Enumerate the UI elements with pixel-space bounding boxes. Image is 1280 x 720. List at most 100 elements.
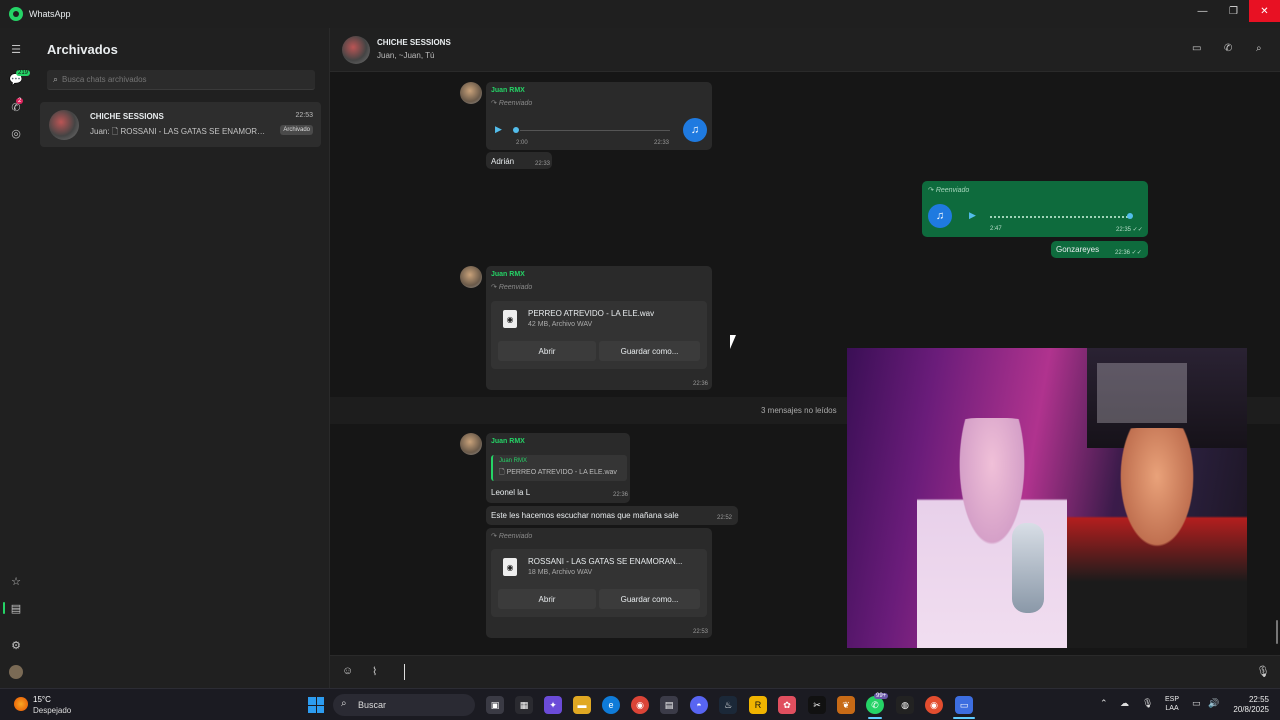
message-time: 22:53 [693,629,709,635]
network-icon[interactable]: ▭ [1192,698,1201,709]
text-message-bubble[interactable]: Este les hacemos escuchar nomas que maña… [486,506,738,525]
audio-progress-track[interactable] [520,130,670,131]
sender-avatar[interactable] [460,82,482,104]
save-as-button[interactable]: Guardar como... [599,341,700,361]
steam-icon[interactable]: ♨ [719,696,737,714]
message-time: 22:36 [693,381,709,387]
video-call-icon[interactable]: ▭ [1192,43,1201,54]
group-name[interactable]: CHICHE SESSIONS [377,38,451,47]
reply-message-bubble[interactable]: Juan RMX Juan RMX 🗋 PERREO ATREVIDO - LA… [486,433,630,503]
quoted-message[interactable]: Juan RMX 🗋 PERREO ATREVIDO - LA ELE.wav [491,455,627,481]
file-explorer-icon[interactable]: ▬ [573,696,591,714]
clock-date: 20/8/2025 [1233,705,1269,714]
chrome-profile-icon[interactable]: ◉ [925,696,943,714]
chrome-icon[interactable]: ◉ [631,696,649,714]
sender-avatar[interactable] [460,433,482,455]
video-microphone [1012,523,1044,613]
sidebar-title: Archivados [47,42,118,57]
search-messages-icon[interactable]: ⌕ [1256,43,1262,54]
outgoing-audio-bubble[interactable]: ↷ Reenviado ♫ ▶ 2:47 22:35 ✓✓ [922,181,1148,237]
open-file-button[interactable]: Abrir [498,341,596,361]
play-icon[interactable]: ▶ [969,210,976,221]
obs-icon[interactable]: ◍ [896,696,914,714]
message-scrollbar[interactable] [1276,620,1278,644]
task-view-icon[interactable]: ▣ [486,696,504,714]
photos-icon[interactable]: ✿ [778,696,796,714]
copilot-icon[interactable]: ✦ [544,696,562,714]
capcut-icon[interactable]: ✂ [808,696,826,714]
emoji-icon[interactable]: ☺ [342,665,353,677]
starred-icon[interactable]: ☆ [9,574,23,588]
menu-icon[interactable]: ☰ [9,42,23,56]
settings-gear-icon[interactable]: ⚙ [9,638,23,652]
title-bar: WhatsApp — ❐ ✕ [0,0,1280,28]
sender-name[interactable]: Juan RMX [491,87,525,94]
voice-call-icon[interactable]: ✆ [1224,43,1232,54]
file-message-bubble[interactable]: ↷ Reenviado ◉ ROSSANI - LAS GATAS SE ENA… [486,528,712,638]
weather-temperature[interactable]: 15°C [33,695,51,704]
forwarded-label: ↷ Reenviado [491,533,533,540]
maximize-button[interactable]: ❐ [1218,0,1249,22]
archived-sidebar: Archivados ⌕ CHICHE SESSIONS 22:53 Juan:… [33,28,330,688]
open-file-button[interactable]: Abrir [498,589,596,609]
group-avatar[interactable] [342,36,370,64]
forwarded-label: ↷ Reenviado [928,187,970,194]
file-name: ROSSANI - LAS GATAS SE ENAMORAN... [528,557,683,566]
video-person-right [1067,428,1247,648]
file-attachment[interactable]: ◉ ROSSANI - LAS GATAS SE ENAMORAN... 18 … [491,549,707,617]
window-title: WhatsApp [29,9,71,19]
search-icon: ⌕ [341,698,347,709]
edge-icon[interactable]: e [602,696,620,714]
clock-time: 22:55 [1248,695,1269,704]
discord-icon[interactable]: ◓ [690,696,708,714]
play-icon[interactable]: ▶ [495,124,502,135]
chat-list-item[interactable]: CHICHE SESSIONS 22:53 Juan: 🗋 ROSSANI - … [40,102,321,147]
message-text: Gonzareyes [1056,245,1100,254]
sender-name[interactable]: Juan RMX [491,271,525,278]
sender-avatar[interactable] [460,266,482,288]
save-as-button[interactable]: Guardar como... [599,589,700,609]
input-language[interactable]: ESP LAA [1165,695,1179,713]
weather-icon[interactable] [14,697,28,711]
chat-header[interactable]: CHICHE SESSIONS Juan, ~Juan, Tú ▭ ✆ ⌕ [330,28,1280,72]
taskbar-search[interactable]: ⌕ Buscar [333,694,475,716]
start-button[interactable] [308,697,324,713]
audio-message-bubble[interactable]: Juan RMX ↷ Reenviado ▶ 2:00 22:33 ♫ [486,82,712,150]
message-input[interactable] [404,664,1244,680]
file-message-bubble[interactable]: Juan RMX ↷ Reenviado ◉ PERREO ATREVIDO -… [486,266,712,390]
caption-bubble[interactable]: Adrián 22:33 [486,152,552,169]
fl-studio-icon[interactable]: ❦ [837,696,855,714]
minimize-button[interactable]: — [1187,0,1218,22]
terminal-icon[interactable]: ▦ [515,696,533,714]
archived-search-box[interactable]: ⌕ [47,70,315,90]
tray-overflow-icon[interactable]: ⌃ [1100,698,1108,709]
close-button[interactable]: ✕ [1249,0,1280,22]
file-meta: 18 MB, Archivo WAV [528,569,593,576]
message-composer: ☺ ⌇ 🎙 [330,655,1280,688]
profile-avatar[interactable] [9,665,23,679]
audio-progress-handle[interactable] [1127,213,1133,219]
status-icon[interactable]: ◎ [9,126,23,140]
rockstar-icon[interactable]: R [749,696,767,714]
audio-progress-handle[interactable] [513,127,519,133]
video-background-poster [1097,363,1187,423]
attach-icon[interactable]: ⌇ [372,665,377,678]
store-icon[interactable]: ▤ [660,696,678,714]
sender-name[interactable]: Juan RMX [491,438,525,445]
active-window-icon[interactable]: ▭ [955,696,973,714]
archived-search-input[interactable] [62,75,293,84]
file-attachment[interactable]: ◉ PERREO ATREVIDO - LA ELE.wav 42 MB, Ar… [491,301,707,369]
system-clock[interactable]: 22:55 20/8/2025 [1225,695,1269,715]
mic-tray-icon[interactable]: 🎙 [1142,698,1153,709]
chat-avatar [49,110,79,140]
archive-icon[interactable]: ▤ [9,601,23,615]
outgoing-caption-bubble[interactable]: Gonzareyes 22:36 ✓✓ [1051,241,1148,258]
chats-unread-badge: 219 [16,70,31,76]
microphone-icon[interactable]: 🎙 [1256,665,1270,678]
audio-waveform[interactable] [990,216,1130,218]
audio-duration: 2:00 [516,140,528,146]
weather-condition[interactable]: Despejado [33,706,71,715]
forwarded-label-text: Reenviado [498,100,533,107]
onedrive-icon[interactable]: ☁ [1120,698,1129,709]
volume-icon[interactable]: 🔊 [1208,698,1219,709]
